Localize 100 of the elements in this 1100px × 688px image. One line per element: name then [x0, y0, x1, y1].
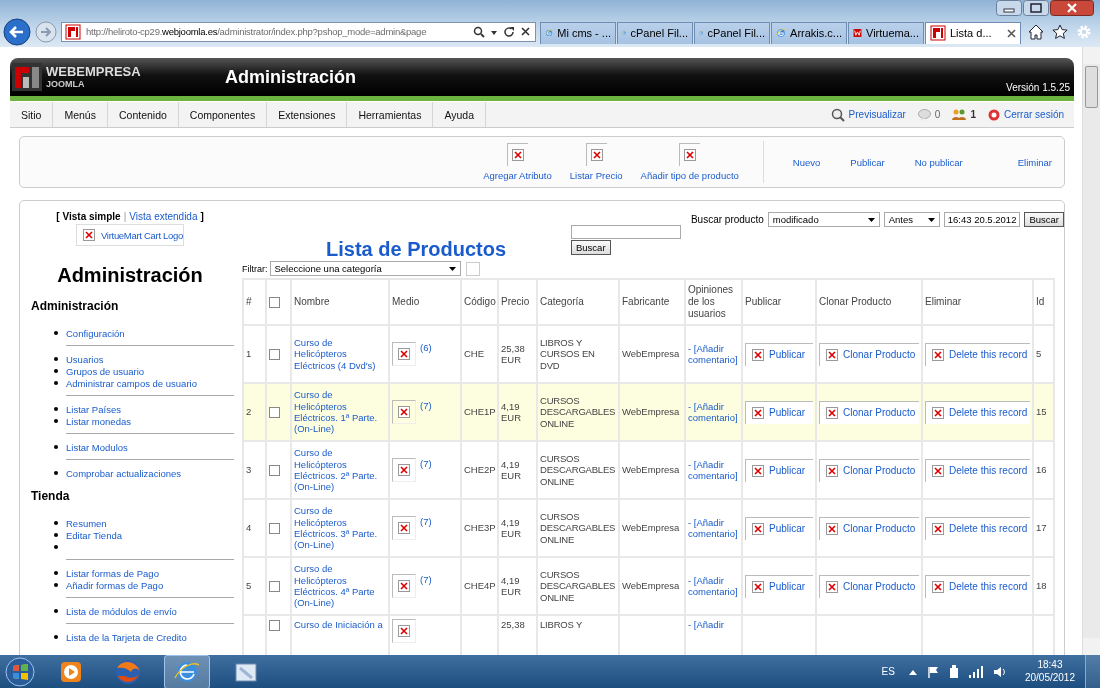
toolbar-button[interactable]: Listar Precio — [569, 143, 623, 181]
keyword-field[interactable] — [571, 225, 681, 239]
direction-dropdown[interactable]: Antes — [883, 212, 940, 227]
clone-button[interactable]: Clonar Producto — [819, 516, 919, 540]
browser-tab[interactable]: Arrakis.c... — [771, 21, 847, 44]
row-checkbox[interactable] — [269, 620, 280, 631]
clock[interactable]: 18:43 20/05/2012 — [1024, 659, 1075, 684]
toolbar-button[interactable]: Añadir tipo de producto — [640, 143, 739, 181]
clone-button[interactable]: Clonar Producto — [819, 574, 919, 598]
sidebar-link[interactable]: Lista de módulos de envío — [66, 605, 177, 617]
row-checkbox[interactable] — [269, 581, 280, 592]
back-button[interactable] — [3, 17, 31, 46]
caret-icon[interactable] — [908, 668, 917, 675]
row-checkbox[interactable] — [269, 407, 280, 418]
sidebar-link[interactable]: Añadir formas de Pago — [66, 579, 164, 591]
close-button[interactable] — [1050, 0, 1094, 16]
minimize-button[interactable] — [996, 0, 1022, 16]
preview-link[interactable]: Previsualizar — [848, 109, 906, 120]
delete-button[interactable]: Delete this record — [925, 574, 1030, 598]
menu-item[interactable]: Componentes — [178, 102, 268, 127]
power-icon[interactable] — [948, 664, 959, 679]
maximize-button[interactable] — [1023, 0, 1049, 16]
refresh-icon[interactable] — [503, 25, 515, 38]
media-count-link[interactable]: (7) — [420, 458, 432, 470]
row-checkbox[interactable] — [269, 349, 280, 360]
menu-item[interactable]: Extensiones — [267, 102, 348, 127]
stop-icon[interactable] — [520, 26, 531, 37]
home-icon[interactable] — [1028, 23, 1044, 40]
browser-tab[interactable]: Lista d... — [925, 21, 1021, 44]
sidebar-link[interactable]: Administrar campos de usuario — [66, 377, 197, 389]
publish-button[interactable]: Publicar — [745, 574, 813, 598]
category-dropdown[interactable]: Seleccione una categoría — [269, 261, 461, 276]
toolbar-link[interactable]: Publicar — [850, 156, 885, 168]
row-checkbox[interactable] — [269, 523, 280, 534]
broken-image-icon — [826, 580, 838, 593]
clone-button[interactable]: Clonar Producto — [819, 342, 919, 366]
broken-image-icon — [752, 522, 764, 535]
row-checkbox[interactable] — [269, 465, 280, 476]
clone-button[interactable]: Clonar Producto — [819, 400, 919, 424]
column-header: # — [243, 279, 266, 325]
publish-button[interactable]: Publicar — [745, 516, 813, 540]
media-count-link[interactable]: (7) — [420, 516, 432, 528]
search-button[interactable]: Buscar — [1024, 212, 1064, 227]
browser-icon[interactable] — [164, 654, 210, 688]
scrollbar[interactable] — [1082, 47, 1100, 655]
broken-image-icon — [932, 522, 944, 535]
sort-field-dropdown[interactable]: modificado — [767, 212, 880, 227]
address-bar[interactable]: http://heliroto-cp29.webjoomla.es/administrator/index.php?pshop_mode=admin&page — [61, 21, 536, 42]
logout-link[interactable]: Cerrar sesión — [1004, 109, 1064, 120]
sidebar-link[interactable]: Comprobar actualizaciones — [66, 467, 182, 479]
signal-icon[interactable] — [968, 665, 983, 678]
delete-button[interactable]: Delete this record — [925, 458, 1030, 482]
flag-icon[interactable] — [926, 665, 939, 678]
menu-item[interactable]: Sitio — [10, 102, 54, 127]
sidebar-link[interactable]: Lista de la Tarjeta de Credito — [66, 631, 187, 643]
browser-tab[interactable]: cPanel Fil... — [617, 21, 693, 44]
sidebar-link[interactable]: Usuarios — [66, 353, 104, 365]
delete-button[interactable]: Delete this record — [925, 400, 1030, 424]
browser-tab[interactable]: Virtuema... — [848, 21, 924, 44]
star-icon[interactable] — [1052, 23, 1068, 40]
media-count-link[interactable]: (7) — [420, 574, 432, 586]
show-desktop-button[interactable] — [1085, 655, 1100, 688]
browser-tab[interactable]: Mi cms - ... — [540, 21, 616, 44]
menu-item[interactable]: Herramientas — [347, 102, 434, 127]
table-cell: 4,19 EUR — [498, 557, 537, 615]
browser-tab[interactable]: cPanel Fil... — [694, 21, 770, 44]
date-field[interactable]: 16:43 20.5.2012 — [943, 212, 1021, 227]
delete-button[interactable]: Delete this record — [925, 516, 1030, 540]
media-count-link[interactable]: (7) — [420, 400, 432, 412]
sidebar-link[interactable]: Configuración — [66, 327, 125, 339]
sidebar-link[interactable]: Listar Países — [66, 403, 121, 415]
language-indicator[interactable]: ES — [881, 666, 895, 677]
toolbar-button[interactable]: Agregar Atributo — [483, 143, 552, 181]
delete-button[interactable]: Delete this record — [925, 342, 1030, 366]
toolbar-link[interactable]: Eliminar — [1017, 156, 1052, 168]
start-button[interactable] — [4, 655, 36, 688]
publish-button[interactable]: Publicar — [745, 458, 813, 482]
menu-item[interactable]: Menús — [53, 102, 108, 127]
select-all-checkbox[interactable] — [269, 296, 280, 308]
search-icon[interactable] — [473, 25, 485, 38]
sidebar-link[interactable]: Listar monedas — [66, 415, 131, 427]
sidebar-link[interactable]: Editar Tienda — [66, 529, 122, 541]
toolbar-link[interactable]: Nuevo — [792, 156, 821, 168]
sidebar-link[interactable]: Listar Modulos — [66, 441, 128, 453]
sidebar-link[interactable]: Grupos de usuario — [66, 365, 145, 377]
view-link[interactable]: Vista extendida — [129, 211, 198, 222]
speaker-icon[interactable] — [992, 665, 1007, 678]
search-button[interactable]: Buscar — [571, 240, 611, 255]
bullet-icon — [54, 583, 58, 587]
media-count-link[interactable]: (6) — [420, 342, 432, 354]
clone-button[interactable]: Clonar Producto — [819, 458, 919, 482]
menu-item[interactable]: Ayuda — [433, 102, 487, 127]
toolbar-link[interactable]: No publicar — [914, 156, 963, 168]
publish-button[interactable]: Publicar — [745, 400, 813, 424]
close-icon[interactable] — [1007, 28, 1016, 38]
publish-button[interactable]: Publicar — [745, 342, 813, 366]
menu-item[interactable]: Contenido — [107, 102, 179, 127]
view-link[interactable]: Vista simple — [62, 211, 121, 222]
sidebar-link[interactable]: Listar formas de Pago — [66, 567, 159, 579]
sidebar-link[interactable]: Resumen — [66, 517, 107, 529]
